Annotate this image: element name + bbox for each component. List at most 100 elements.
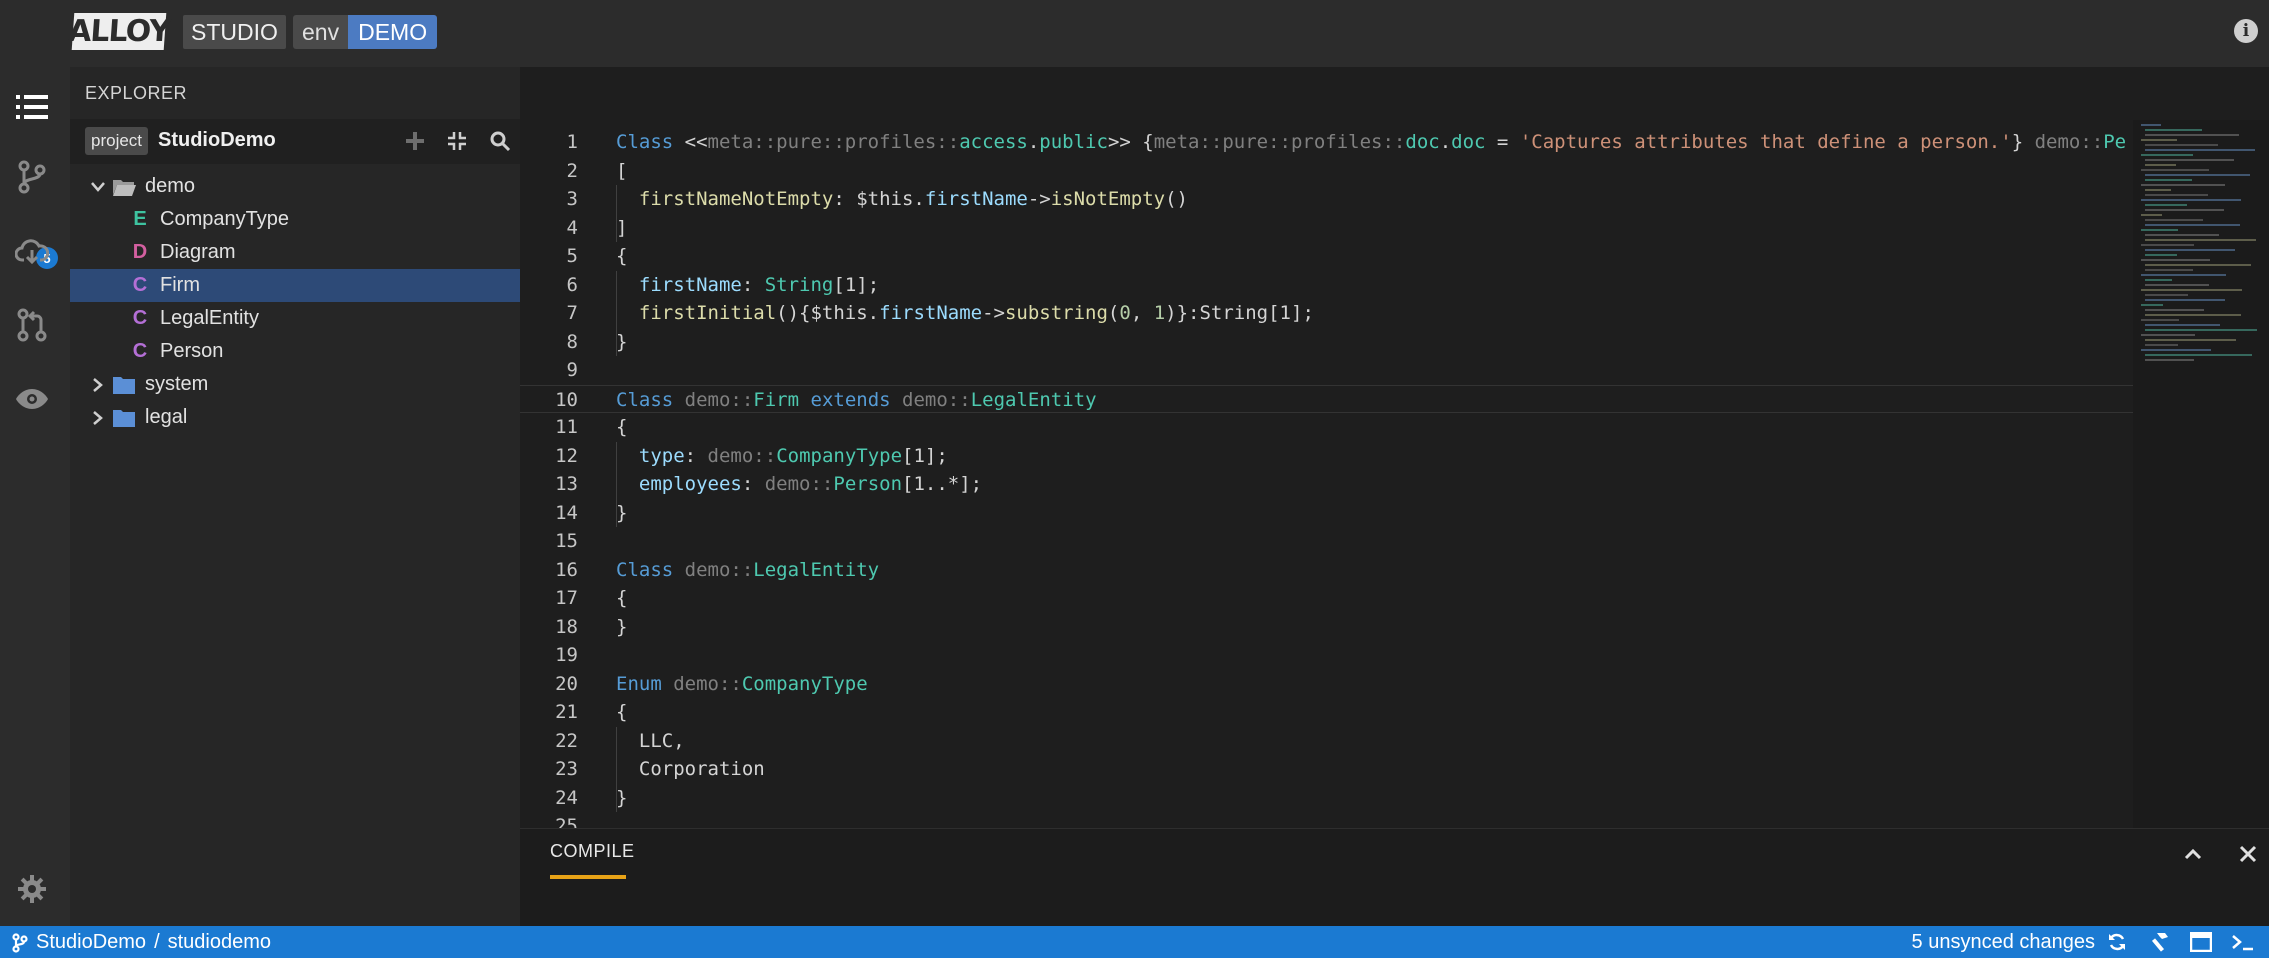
minimap-line [2145, 219, 2203, 221]
minimap-line [2145, 204, 2187, 206]
code-token: isNotEmpty [1050, 188, 1166, 210]
code-line[interactable]: 10 Class demo::Firm extends demo::LegalEn… [520, 384, 2133, 413]
minimap-line [2141, 289, 2242, 291]
code-line[interactable]: 6 firstName: String[1]; [520, 271, 2133, 300]
code-token: Corporation [616, 758, 765, 780]
project-bar: project StudioDemo [70, 119, 520, 164]
code-token: : $this. [833, 188, 925, 210]
line-number: 2 [566, 159, 578, 182]
minimap-line [2141, 244, 2194, 246]
tree-item-legalentity[interactable]: C LegalEntity [70, 302, 520, 335]
code-line[interactable]: 8} [520, 328, 2133, 357]
workspace-info[interactable]: StudioDemo / studiodemo [12, 931, 271, 954]
code-line[interactable]: 15 [520, 527, 2133, 556]
search-icon[interactable] [484, 125, 516, 157]
minimap-line [2141, 319, 2179, 321]
tree-item-person[interactable]: C Person [70, 335, 520, 368]
code-token: firstNameNotEmpty [638, 188, 834, 210]
minimap-line [2145, 269, 2193, 271]
code-line[interactable]: 20 Enum demo::CompanyType [520, 670, 2133, 699]
code-token: public [1039, 131, 1108, 153]
status-workspace: studiodemo [167, 931, 272, 953]
code-token: , [1130, 302, 1154, 324]
code-token: LegalEntity [753, 558, 880, 581]
code-token: demo:: [707, 444, 777, 467]
code-token: firstInitial [638, 302, 777, 324]
folder-icon [113, 410, 135, 427]
source-control-icon[interactable] [14, 159, 50, 195]
code-editor[interactable]: 1 Class <<meta::pure::profiles::access.pu… [520, 120, 2133, 828]
code-token: demo:: [902, 388, 971, 411]
code-line[interactable]: 19 [520, 641, 2133, 670]
tree-item-firm[interactable]: C Firm [70, 269, 520, 302]
code-token: Class [616, 558, 674, 581]
code-token: } [2011, 131, 2035, 153]
chevron-down-icon[interactable] [88, 177, 108, 197]
editor-minimap[interactable] [2133, 120, 2269, 828]
code-line[interactable]: 9 [520, 356, 2133, 385]
chevron-right-icon[interactable] [88, 375, 108, 395]
code-line[interactable]: 3 firstNameNotEmpty: $this.firstName->is… [520, 185, 2133, 214]
cloud-sync-icon[interactable] [14, 233, 50, 269]
code-line[interactable]: 5{ [520, 242, 2133, 271]
code-text: { [616, 698, 627, 727]
code-token: ] [616, 216, 628, 239]
project-name: StudioDemo [158, 129, 276, 151]
code-token: >> { [1107, 131, 1154, 153]
close-icon[interactable] [2235, 841, 2261, 867]
code-line[interactable]: 14} [520, 499, 2133, 528]
code-line[interactable]: 22 LLC, [520, 727, 2133, 756]
explorer-icon[interactable] [14, 89, 50, 125]
chevron-right-icon[interactable] [88, 408, 108, 428]
tree-item-diagram[interactable]: D Diagram [70, 236, 520, 269]
info-icon[interactable]: i [2234, 19, 2258, 43]
collapse-all-icon[interactable] [441, 125, 473, 157]
minimap-line [2145, 284, 2209, 286]
minimap-line [2145, 189, 2171, 191]
settings-gear-icon[interactable] [14, 871, 50, 907]
code-line[interactable]: 17 { [520, 584, 2133, 613]
tree-folder-legal[interactable]: legal [70, 401, 520, 434]
minimap-line [2145, 264, 2251, 266]
code-token: . [1439, 131, 1452, 153]
code-token: { [616, 416, 628, 438]
tree-item-companytype[interactable]: E CompanyType [70, 203, 520, 236]
terminal-icon[interactable] [2231, 930, 2255, 954]
code-line[interactable]: 13 employees: demo::Person[1..*]; [520, 470, 2133, 499]
code-token: meta::pure::profiles:: [707, 131, 960, 153]
project-tag: project [85, 127, 149, 155]
class-icon: C [132, 307, 148, 329]
minimap-line [2145, 314, 2241, 316]
code-line[interactable]: 7 firstInitial(){$this.firstName->substr… [520, 299, 2133, 328]
code-line[interactable]: 18} [520, 613, 2133, 642]
code-line[interactable]: 4] [520, 214, 2133, 243]
code-line[interactable]: 21 { [520, 698, 2133, 727]
preview-eye-icon[interactable] [14, 381, 50, 417]
code-line[interactable]: 12 type: demo::CompanyType[1]; [520, 442, 2133, 471]
code-token: (){$this. [776, 302, 880, 324]
code-line[interactable]: 23 Corporation [520, 755, 2133, 784]
code-token: meta::pure::profiles:: [1153, 131, 1406, 153]
sync-icon[interactable] [2105, 930, 2129, 954]
tab-compile[interactable]: COMPILE [550, 841, 635, 862]
minimap-line [2145, 299, 2225, 301]
tree-label: Diagram [160, 241, 236, 263]
code-line[interactable]: 24} [520, 784, 2133, 813]
maximize-window-icon[interactable] [2189, 930, 2213, 954]
tree-folder-system[interactable]: system [70, 368, 520, 401]
code-line[interactable]: 16 Class demo::LegalEntity [520, 556, 2133, 585]
code-line[interactable]: 1 Class <<meta::pure::profiles::access.pu… [520, 128, 2133, 157]
minimap-line [2141, 199, 2241, 201]
code-line[interactable]: 2[ [520, 157, 2133, 186]
build-hammer-icon[interactable] [2147, 930, 2171, 954]
line-number: 17 [555, 587, 578, 609]
code-token: access [959, 131, 1028, 153]
chevron-up-icon[interactable] [2180, 841, 2206, 867]
code-line[interactable]: 11 { [520, 413, 2133, 442]
code-text: } [616, 328, 627, 357]
tree-folder-demo[interactable]: demo [70, 170, 520, 203]
add-element-icon[interactable] [399, 125, 431, 157]
review-icon[interactable] [14, 307, 50, 343]
code-line[interactable]: 25 [520, 812, 2133, 828]
